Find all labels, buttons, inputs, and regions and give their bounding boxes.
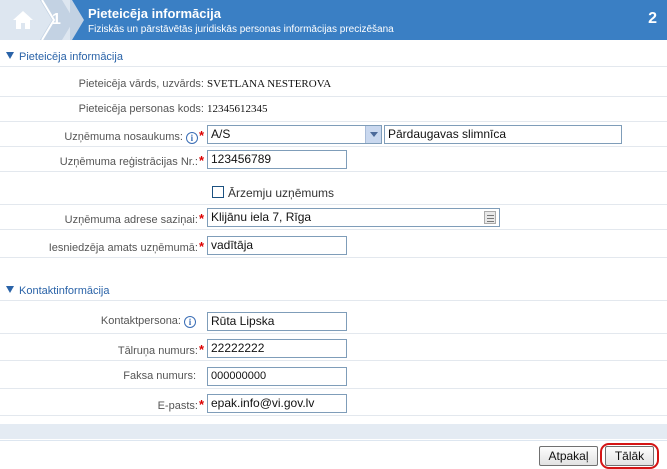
contact-person-label-wrap: Kontaktpersona: i: [101, 315, 204, 328]
address-book-icon[interactable]: [484, 211, 496, 224]
row-applicant-name: Pieteicēja vārds, uzvārds: SVETLANA NEST…: [0, 72, 667, 97]
phone-label: Tālruņa numurs:: [117, 345, 198, 357]
section-applicant-toggle[interactable]: Pieteicēja informācija: [6, 51, 123, 63]
fax-input[interactable]: 000000000: [207, 367, 347, 386]
applicant-name-label: Pieteicēja vārds, uzvārds:: [78, 78, 204, 90]
row-contact-person: Kontaktpersona: i Rūta Lipska: [0, 309, 667, 334]
email-label-wrap: E-pasts:*: [158, 397, 204, 412]
row-position: Iesniedzēja amats uzņēmumā:* vadītāja: [0, 233, 667, 258]
phone-input[interactable]: 22222222: [207, 339, 347, 358]
phone-label-wrap: Tālruņa numurs:*: [118, 342, 204, 357]
contact-person-input[interactable]: Rūta Lipska: [207, 312, 347, 331]
row-email: E-pasts:* epak.info@vi.gov.lv: [0, 391, 667, 416]
address-label: Uzņēmuma adrese saziņai:: [64, 214, 198, 226]
company-name-label: Uzņēmuma nosaukums:: [64, 131, 183, 143]
reg-no-label-wrap: Uzņēmuma reģistrācijas Nr.:*: [60, 153, 204, 168]
page-subtitle: Fiziskās un pārstāvētās juridiskās perso…: [88, 24, 394, 35]
foreign-company-checkbox[interactable]: [212, 186, 224, 198]
row-address: Uzņēmuma adrese saziņai:* Klijānu iela 7…: [0, 205, 667, 230]
company-name-input[interactable]: Pārdaugavas slimnīca: [384, 125, 622, 144]
applicant-code-label: Pieteicēja personas kods:: [78, 103, 204, 115]
fax-label-wrap: Faksa numurs:: [123, 370, 204, 382]
company-type-select[interactable]: A/S: [207, 125, 382, 144]
fax-label: Faksa numurs:: [123, 370, 196, 382]
active-step-arrow: [70, 0, 84, 40]
section-contact-toggle[interactable]: Kontaktinformācija: [6, 285, 110, 297]
required-marker: *: [198, 239, 204, 254]
wizard-header: 1 Pieteicēja informācija Fiziskās un pār…: [0, 0, 667, 40]
row-foreign-company: Ārzemju uzņēmums: [0, 180, 667, 205]
applicant-code-value: 12345612345: [207, 103, 268, 115]
row-applicant-code: Pieteicēja personas kods: 12345612345: [0, 97, 667, 122]
row-fax: Faksa numurs: 000000000: [0, 364, 667, 389]
required-marker: *: [198, 128, 204, 143]
email-input[interactable]: epak.info@vi.gov.lv: [207, 394, 347, 413]
wizard-step-1-number: 1: [52, 11, 61, 28]
info-icon[interactable]: i: [185, 132, 198, 144]
required-marker: *: [198, 211, 204, 226]
wizard-step-active: Pieteicēja informācija Fiziskās un pārst…: [72, 0, 667, 40]
row-reg-no: Uzņēmuma reģistrācijas Nr.:* 123456789: [0, 147, 667, 172]
collapse-triangle-icon: [6, 286, 14, 293]
footer-band: [0, 424, 667, 439]
section-contact-heading: Kontaktinformācija: [19, 285, 110, 297]
highlight-ring: [600, 443, 659, 469]
position-label-wrap: Iesniedzēja amats uzņēmumā:*: [49, 239, 204, 254]
email-label: E-pasts:: [157, 400, 198, 412]
info-icon[interactable]: i: [184, 316, 196, 328]
foreign-company-label[interactable]: Ārzemju uzņēmums: [228, 186, 334, 200]
chevron-down-icon[interactable]: [365, 126, 381, 143]
page-title: Pieteicēja informācija: [88, 6, 221, 21]
home-icon: [13, 11, 33, 29]
required-marker: *: [198, 397, 204, 412]
address-input[interactable]: Klijānu iela 7, Rīga: [207, 208, 500, 227]
required-marker: *: [198, 153, 204, 168]
required-marker: *: [198, 342, 204, 357]
section-applicant-heading: Pieteicēja informācija: [19, 51, 123, 63]
reg-no-input[interactable]: 123456789: [207, 150, 347, 169]
home-button[interactable]: [0, 0, 44, 40]
address-value: Klijānu iela 7, Rīga: [211, 210, 312, 224]
address-label-wrap: Uzņēmuma adrese saziņai:*: [65, 211, 204, 226]
reg-no-label: Uzņēmuma reģistrācijas Nr.:: [59, 156, 198, 168]
company-name-label-wrap: Uzņēmuma nosaukums: i *: [64, 128, 204, 144]
position-input[interactable]: vadītāja: [207, 236, 347, 255]
back-button[interactable]: Atpakaļ: [539, 446, 598, 466]
company-type-value: A/S: [211, 127, 231, 141]
row-phone: Tālruņa numurs:* 22222222: [0, 336, 667, 361]
position-label: Iesniedzēja amats uzņēmumā:: [48, 242, 198, 254]
contact-person-label: Kontaktpersona:: [100, 315, 181, 327]
collapse-triangle-icon: [6, 52, 14, 59]
applicant-name-value: SVETLANA NESTEROVA: [207, 78, 332, 90]
wizard-step-number: 2: [648, 10, 657, 27]
row-company-name: Uzņēmuma nosaukums: i * A/S Pārdaugavas sl…: [0, 122, 667, 147]
